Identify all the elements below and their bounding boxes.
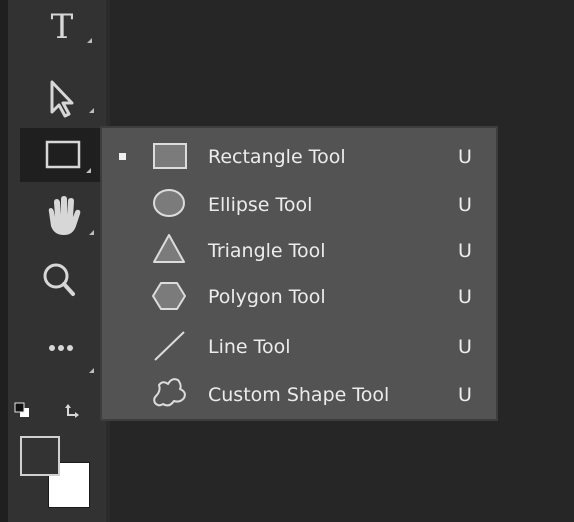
menu-item-triangle-tool[interactable]: Triangle Tool U: [102, 228, 496, 274]
edit-toolbar-button[interactable]: [20, 322, 106, 376]
flyout-indicator: [87, 38, 92, 43]
menu-item-shortcut: U: [458, 146, 472, 168]
menu-item-polygon-tool[interactable]: Polygon Tool U: [102, 274, 496, 320]
triangle-icon: [153, 234, 185, 263]
line-icon: [154, 331, 185, 361]
window-edge: [0, 0, 8, 522]
tools-panel: T: [8, 0, 106, 522]
flyout-indicator: [89, 368, 94, 373]
menu-item-custom-shape-tool[interactable]: Custom Shape Tool U: [102, 372, 496, 418]
polygon-icon: [152, 282, 186, 310]
rectangle-tool-button[interactable]: [20, 128, 106, 182]
path-selection-tool-button[interactable]: [20, 70, 106, 124]
menu-item-shortcut: U: [458, 240, 472, 262]
foreground-color-swatch[interactable]: [20, 436, 60, 476]
default-colors-icon[interactable]: [14, 402, 29, 417]
ellipse-icon: [153, 189, 185, 217]
flyout-indicator: [89, 108, 94, 113]
custom-shape-icon: [153, 378, 186, 407]
arrow-pointer-icon: [50, 80, 74, 118]
type-tool-button[interactable]: T: [20, 0, 106, 54]
menu-item-label: Polygon Tool: [208, 286, 326, 308]
menu-item-label: Line Tool: [208, 336, 291, 358]
rectangle-icon: [45, 140, 81, 169]
menu-item-shortcut: U: [458, 194, 472, 216]
type-icon: T: [51, 7, 74, 47]
menu-item-line-tool[interactable]: Line Tool U: [102, 324, 496, 370]
menu-item-rectangle-tool[interactable]: Rectangle Tool U: [102, 132, 496, 178]
flyout-indicator: [86, 168, 91, 173]
magnifier-icon: [43, 263, 75, 296]
color-swatches: [20, 436, 92, 512]
color-controls: [10, 396, 100, 426]
menu-item-ellipse-tool[interactable]: Ellipse Tool U: [102, 182, 496, 228]
zoom-tool-button[interactable]: [20, 258, 106, 312]
menu-item-label: Rectangle Tool: [208, 146, 346, 168]
swap-colors-icon[interactable]: [65, 404, 79, 418]
rectangle-icon: [153, 143, 187, 169]
svg-text:T: T: [51, 7, 74, 47]
flyout-indicator: [89, 230, 94, 235]
selected-bullet: [119, 153, 126, 160]
menu-item-shortcut: U: [458, 286, 472, 308]
hand-tool-button[interactable]: [20, 190, 106, 244]
hand-icon: [48, 196, 81, 235]
menu-item-label: Triangle Tool: [208, 240, 326, 262]
menu-item-label: Ellipse Tool: [208, 194, 313, 216]
menu-item-shortcut: U: [458, 384, 472, 406]
menu-item-shortcut: U: [458, 336, 472, 358]
menu-item-label: Custom Shape Tool: [208, 384, 390, 406]
shape-tools-flyout: Rectangle Tool U Ellipse Tool U Triangle…: [100, 126, 498, 421]
